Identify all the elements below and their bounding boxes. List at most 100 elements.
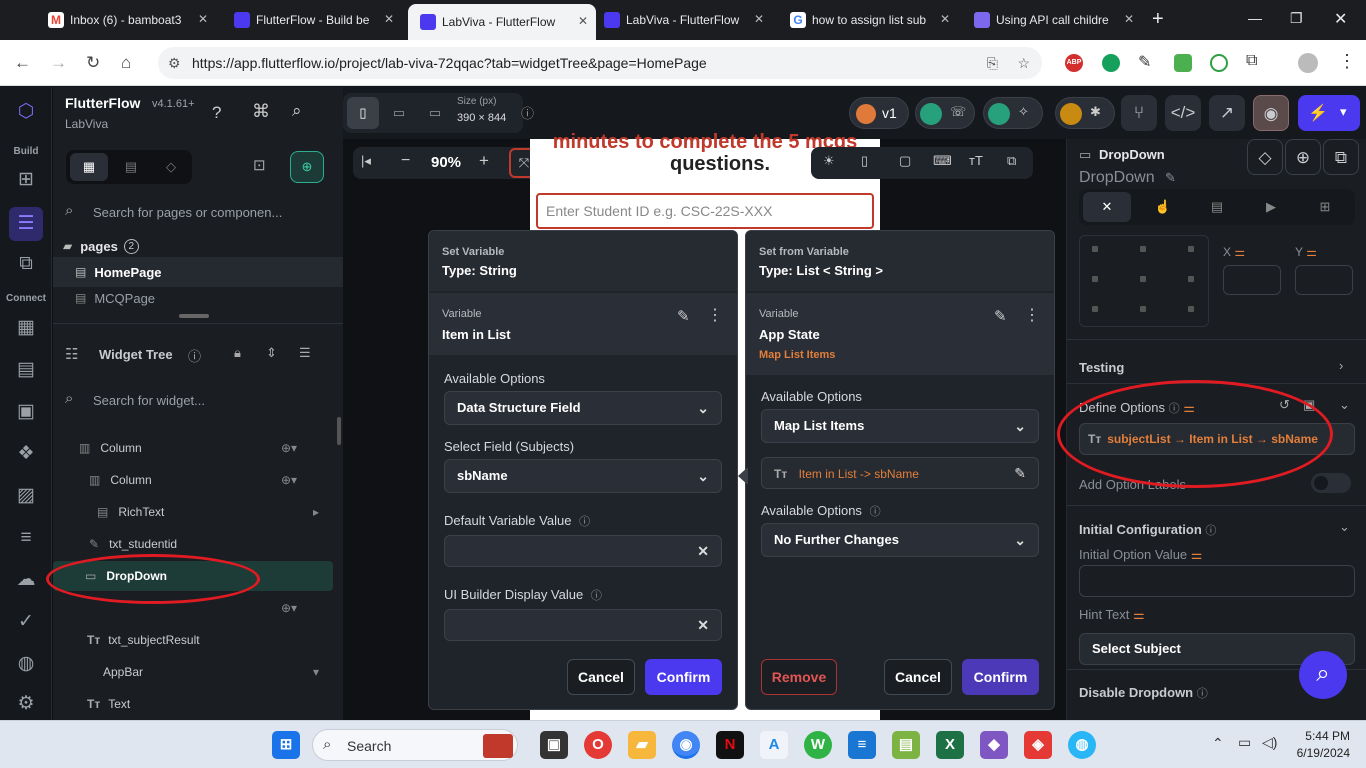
build-status-pill[interactable]: ✧ [983,97,1043,129]
more-vert-icon[interactable]: ⋮ [707,305,723,325]
chevron-up-icon[interactable]: ⌃ [1212,735,1224,752]
text-scale-icon[interactable]: ᴛT [969,153,983,168]
close-icon[interactable]: ✕ [940,12,950,26]
bookmark-star-icon[interactable]: ☆ [1017,47,1030,79]
scrollbar[interactable] [337,417,341,445]
notepad-icon[interactable]: ≡ [848,731,876,759]
close-icon[interactable]: ✕ [578,14,588,28]
info-icon[interactable]: ⓘ [1205,525,1216,537]
info-icon[interactable]: ⓘ [1197,688,1208,700]
lock-icon[interactable]: 🔒︎ [234,345,241,361]
library-tab-icon[interactable]: ◇ [154,153,188,181]
confirm-button[interactable]: Confirm [962,659,1039,695]
close-icon[interactable]: ✕ [1124,12,1134,26]
add-child-icon[interactable]: ⊕▾ [281,601,297,615]
chevron-down-icon[interactable]: ⌄ [1339,519,1350,535]
browser-menu-icon[interactable]: ⋮ [1338,51,1356,72]
window-close-icon[interactable]: ✕ [1334,9,1347,29]
page-search[interactable]: ⌕ Search for pages or componen... [53,197,343,227]
adblock-icon[interactable]: ABP [1065,54,1083,72]
chevron-down-icon[interactable]: ▾ [313,665,319,679]
info-icon[interactable]: ⓘ [870,506,881,518]
globe-app-icon[interactable]: ◍ [1068,731,1096,759]
ui-builder-input[interactable]: ✕ [444,609,722,641]
app-values-icon[interactable]: ▤ [13,357,39,383]
preview-eye-icon[interactable]: ◉ [1253,95,1289,131]
netflix-icon[interactable]: N [716,731,744,759]
back-icon[interactable]: ← [14,53,31,73]
tree-item-textfield[interactable]: ✎ txt_studentid [53,529,333,559]
device-icon[interactable]: ▢ [899,153,911,169]
desktop-icon[interactable]: ▭ [419,97,451,129]
tree-item-text[interactable]: Tт Text [53,689,333,719]
windows-start-icon[interactable]: ⊞ [272,731,300,759]
search-widget-input[interactable]: Search for widget... [93,393,205,408]
testing-section[interactable]: Testing [1079,360,1124,375]
phone-icon[interactable]: ▯ [347,97,379,129]
eyedropper-icon[interactable]: ✎ [1138,52,1151,72]
add-child-icon[interactable]: ⊕▾ [281,473,297,487]
edit-icon[interactable]: ✎ [677,307,690,325]
pages-tab-icon[interactable]: ▦ [70,153,108,181]
browser-tab-2[interactable]: FlutterFlow - Build be ✕ [222,6,402,34]
initial-option-input[interactable] [1079,565,1355,597]
page-item-mcqpage[interactable]: ▤ MCQPage [53,283,333,313]
info-icon[interactable]: ⓘ [521,103,534,122]
visual-studio-icon[interactable]: ◆ [980,731,1008,759]
restore-icon[interactable]: ❐ [1290,10,1303,27]
remove-button[interactable]: Remove [761,659,837,695]
run-button[interactable]: ⚡ ▾ [1298,95,1360,131]
settings-gear-icon[interactable]: ⚙ [13,691,39,717]
components-tab-icon[interactable]: ▤ [112,153,150,181]
site-info-icon[interactable]: ⚙ [168,47,181,79]
actions-tab-icon[interactable]: ☝ [1139,192,1187,222]
tree-item-richtext[interactable]: ▤ RichText ▸ [53,497,333,527]
chart-app-icon[interactable]: ▤ [892,731,920,759]
extract-icon[interactable]: ⧉ [1323,139,1359,175]
tree-item-column[interactable]: ▥ Column ⊕▾ [53,433,333,463]
custom-code-icon[interactable]: ≡ [13,525,39,551]
collapse-icon[interactable]: |◂ [361,153,371,169]
available-options-select[interactable]: Data Structure Field ⌄ [444,391,722,425]
mapped-item-chip[interactable]: Tт Item in List -> sbName ✎ [761,457,1039,489]
available-options-select[interactable]: Map List Items ⌄ [761,409,1039,443]
widget-search[interactable]: ⌕ Search for widget... [53,385,343,415]
diamond-icon[interactable]: ◇ [1247,139,1283,175]
animations-tab-icon[interactable]: ▶ [1247,192,1295,222]
default-value-input[interactable]: ✕ [444,535,722,567]
api-calls-icon[interactable]: ▣ [13,399,39,425]
student-id-input[interactable]: Enter Student ID e.g. CSC-22S-XXX [536,193,874,229]
test-icon[interactable]: ✓ [13,609,39,635]
integrations-icon[interactable]: ❖ [13,441,39,467]
variable-icon[interactable]: ⚌ [1191,547,1203,562]
grammarly-icon[interactable] [1102,54,1120,72]
new-tab-icon[interactable]: + [1152,8,1164,31]
cancel-button[interactable]: Cancel [884,659,952,695]
anydesk-icon[interactable]: ◈ [1024,731,1052,759]
filter-icon[interactable]: ☰ [299,345,311,361]
new-folder-icon[interactable]: ⊡ [253,156,266,174]
close-icon[interactable]: ✕ [198,12,208,26]
cancel-button[interactable]: Cancel [567,659,635,695]
reload-icon[interactable]: ↻ [86,53,100,73]
widget-tree-icon[interactable]: ☰ [9,207,43,241]
tree-item-column[interactable]: ▥ Column ⊕▾ [53,465,333,495]
help-icon[interactable]: ? [212,103,221,123]
chevron-up-icon[interactable]: ⌄ [1339,397,1350,413]
branch-icon[interactable]: ⑂ [1121,95,1157,131]
browser-tab-1[interactable]: M Inbox (6) - bamboat3 ✕ [36,6,216,34]
chrome-icon[interactable]: ◉ [672,731,700,759]
y-input[interactable] [1295,265,1353,295]
media-assets-icon[interactable]: ▨ [13,483,39,509]
search-icon[interactable]: ⌕ [292,101,302,121]
version-pill[interactable]: v1 [849,97,909,129]
volume-icon[interactable]: ◁) [1262,734,1277,751]
theme-icon[interactable]: ◍ [13,651,39,677]
add-child-icon[interactable]: ⊕▾ [281,441,297,455]
properties-tab-icon[interactable]: ✕ [1083,192,1131,222]
chevron-right-icon[interactable]: › [1339,358,1343,373]
close-icon[interactable]: ✕ [384,12,394,26]
add-option-labels-toggle[interactable] [1311,473,1351,493]
open-external-icon[interactable]: ↗ [1209,95,1245,131]
alignment-grid[interactable] [1079,235,1209,327]
